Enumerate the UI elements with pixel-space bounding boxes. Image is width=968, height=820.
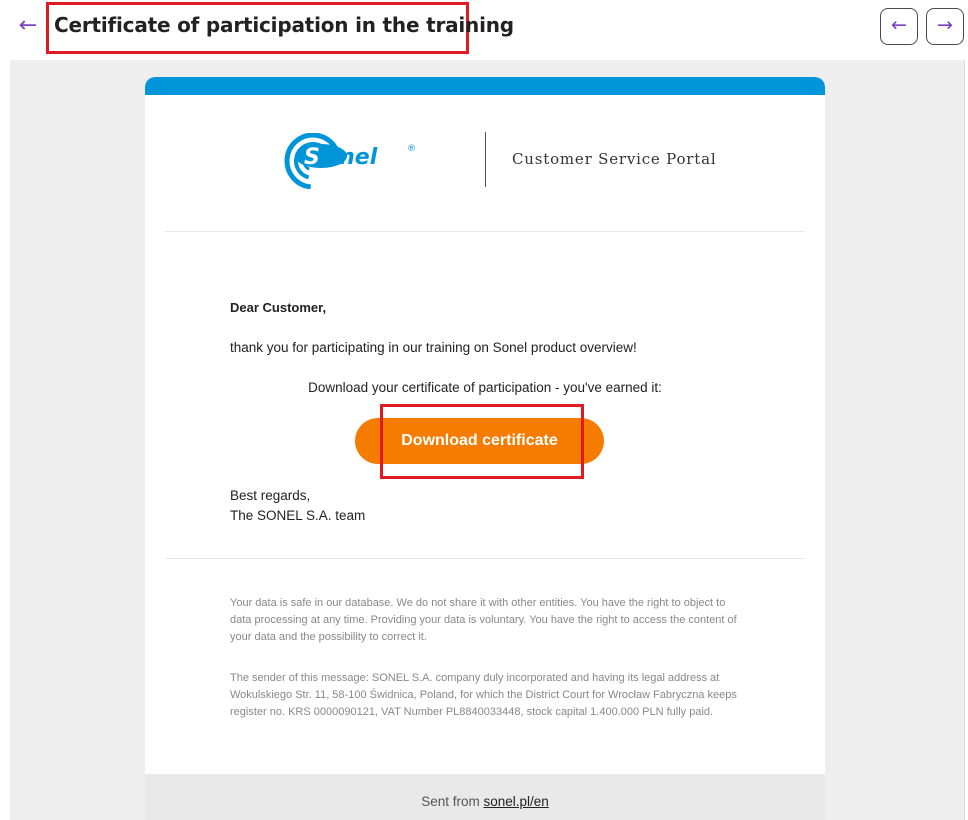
header-divider [485,132,486,187]
team-line: The SONEL S.A. team [230,508,366,523]
divider [165,231,805,232]
back-arrow-icon[interactable]: ← [15,12,41,40]
regards-line: Best regards, [230,488,311,503]
footer-prefix: Sent from [421,794,484,809]
greeting-text: Dear Customer, [230,300,327,315]
email-footer: Sent from sonel.pl/en [145,774,825,820]
signature: Best regards, The SONEL S.A. team [230,486,365,526]
divider [165,558,805,559]
arrow-right-icon: → [937,14,953,36]
previous-message-button[interactable]: ← [880,8,918,45]
page-title: Certificate of participation in the trai… [54,13,514,37]
sender-notice: The sender of this message: SONEL S.A. c… [230,672,737,718]
sonel-logo: S onel ® [284,133,416,189]
email-top-accent-bar [145,77,825,95]
download-prompt-text: Download your certificate of participati… [308,380,662,395]
svg-text:S: S [304,145,320,170]
svg-text:onel: onel [324,145,378,170]
svg-text:®: ® [407,144,416,154]
email-body: S onel ® Customer Service Portal Dear Cu… [145,77,825,820]
scrollbar-track[interactable] [964,60,968,820]
header-bar: ← Certificate of participation in the tr… [0,0,968,60]
portal-name: Customer Service Portal [512,150,717,168]
privacy-notice: Your data is safe in our database. We do… [230,597,737,643]
next-message-button[interactable]: → [926,8,964,45]
sonel-website-link[interactable]: sonel.pl/en [483,794,548,809]
download-certificate-button[interactable]: Download certificate [355,418,604,464]
arrow-left-icon: ← [891,14,907,36]
thank-you-text: thank you for participating in our train… [230,340,637,355]
